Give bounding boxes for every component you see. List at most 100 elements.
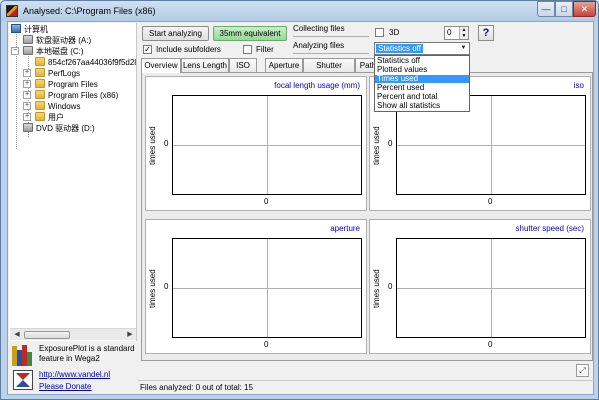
statistics-option[interactable]: Statistics off (375, 57, 469, 65)
tree-item-label: DVD 驱动器 (D:) (36, 124, 95, 133)
y-tick-label: 0 (388, 139, 393, 148)
info-panel: ExposurePlot is a standard feature in We… (9, 343, 137, 394)
overview-pane: focal length usage (mm) times used 0 0 i… (141, 72, 593, 361)
include-subfolders-label: Include subfolders (156, 45, 221, 54)
window-title: Analysed: C:\Program Files (x86) (23, 6, 156, 16)
3d-checkbox[interactable] (375, 28, 384, 37)
y-tick-label: 0 (388, 282, 393, 291)
title-bar[interactable]: Analysed: C:\Program Files (x86) — □ ✕ (1, 1, 598, 21)
collapse-expander[interactable]: − (11, 47, 19, 55)
spin-input[interactable]: 0 ▲ ▼ (444, 26, 469, 40)
app-icon (6, 5, 18, 17)
folder-icon (35, 68, 45, 77)
folder-icon (35, 90, 45, 99)
statistics-selected-value: Statistics off (376, 44, 423, 53)
analyzing-files-status: Analyzing files (293, 40, 369, 54)
statistics-option[interactable]: Show all statistics (375, 102, 469, 110)
chart-title: iso (573, 81, 584, 90)
close-button[interactable]: ✕ (573, 1, 596, 17)
books-icon (12, 344, 34, 366)
folder-icon (35, 112, 45, 121)
filter-label: Filter (256, 45, 274, 54)
help-button[interactable]: ? (478, 25, 494, 41)
folder-icon (35, 57, 45, 66)
expand-expander[interactable]: + (23, 102, 31, 110)
folder-tree[interactable]: 计算机 软盘驱动器 (A:) − 本地磁盘 (C:) 854cf267aa440… (9, 23, 137, 341)
y-tick-label: 0 (164, 282, 169, 291)
chart-title: shutter speed (sec) (515, 224, 584, 233)
3d-label: 3D (389, 28, 400, 37)
plot-area (396, 238, 586, 338)
maximize-button[interactable]: □ (555, 1, 573, 17)
y-axis-label: times used (148, 126, 157, 165)
statistics-option[interactable]: Plotted values (375, 66, 469, 74)
tree-item-label: Program Files (x86) (48, 91, 119, 100)
y-axis-label: times used (372, 269, 381, 308)
chevron-down-icon[interactable]: ▼ (458, 43, 469, 54)
statistics-option-highlighted[interactable]: Times used (375, 75, 469, 83)
chart-focal-length: focal length usage (mm) times used 0 0 (145, 76, 367, 211)
expand-expander[interactable]: + (23, 113, 31, 121)
statistics-option[interactable]: Percent used (375, 84, 469, 92)
tree-item-label: 本地磁盘 (C:) (36, 47, 84, 56)
spin-value: 0 (447, 28, 452, 37)
info-text: ExposurePlot is a standard feature in We… (39, 344, 135, 363)
hard-drive-icon (23, 46, 33, 55)
x-tick-label: 0 (488, 197, 493, 206)
tree-item-label: 软盘驱动器 (A:) (36, 36, 92, 45)
wega-logo-icon (13, 370, 33, 390)
folder-icon (35, 101, 45, 110)
folder-icon (35, 79, 45, 88)
y-tick-label: 0 (164, 139, 169, 148)
35mm-equivalent-button[interactable]: 35mm equivalent (213, 26, 287, 41)
tab-strip: Overview Lens Length ISO Aperture Shutte… (141, 58, 593, 83)
tree-item-label: 854cf267aa44036f9f5d28 (48, 58, 137, 67)
y-axis-label: times used (148, 269, 157, 308)
tab-lens-length[interactable]: Lens Length (181, 58, 229, 72)
plot-area (172, 95, 362, 195)
chart-title: focal length usage (mm) (274, 81, 360, 90)
website-link[interactable]: http://www.vandel.nl (39, 370, 110, 379)
expand-expander[interactable]: + (23, 69, 31, 77)
tree-item-label: 用户 (48, 113, 64, 122)
computer-icon (11, 24, 21, 33)
statistics-dropdown-list[interactable]: Statistics off Plotted values Times used… (374, 55, 470, 112)
scroll-left-icon[interactable]: ◀ (11, 330, 23, 340)
chart-aperture: aperture times used 0 0 (145, 219, 367, 354)
expand-expander[interactable]: + (23, 80, 31, 88)
expand-expander[interactable]: + (23, 91, 31, 99)
tab-shutter-speed[interactable]: Shutter Speed (303, 58, 355, 83)
fullscreen-icon[interactable]: ⤢ (576, 364, 589, 377)
tree-item-label: PerfLogs (48, 69, 81, 78)
tab-overview[interactable]: Overview (141, 58, 181, 73)
tab-aperture[interactable]: Aperture (265, 58, 303, 72)
floppy-drive-icon (23, 35, 33, 44)
collecting-files-status: Collecting files (293, 23, 369, 37)
statistics-select[interactable]: Statistics off ▼ (374, 42, 470, 55)
minimize-button[interactable]: — (537, 1, 555, 17)
x-tick-label: 0 (264, 340, 269, 349)
spin-updown-icon[interactable]: ▲ ▼ (459, 27, 468, 39)
status-bar: Files analyzed: 0 out of total: 15 (138, 380, 594, 394)
y-axis-label: times used (372, 126, 381, 165)
app-window: Analysed: C:\Program Files (x86) — □ ✕ 计… (0, 0, 599, 400)
scroll-thumb[interactable] (24, 331, 70, 339)
filter-checkbox[interactable] (243, 45, 252, 54)
tree-item-label: Program Files (48, 80, 98, 89)
x-tick-label: 0 (488, 340, 493, 349)
scroll-right-icon[interactable]: ▶ (124, 330, 136, 340)
tree-item-label: 计算机 (24, 25, 48, 34)
dvd-drive-icon (23, 123, 33, 132)
donate-link[interactable]: Please Donate (39, 382, 91, 391)
start-analyzing-button[interactable]: Start analyzing (142, 26, 209, 41)
tab-iso[interactable]: ISO (229, 58, 257, 72)
plot-area (172, 238, 362, 338)
client-area: 计算机 软盘驱动器 (A:) − 本地磁盘 (C:) 854cf267aa440… (7, 21, 594, 395)
tree-horizontal-scrollbar[interactable]: ◀ ▶ (10, 328, 136, 340)
chart-shutter-speed: shutter speed (sec) times used 0 0 (369, 219, 591, 354)
statistics-option[interactable]: Percent and total (375, 93, 469, 101)
tree-item-label: Windows (48, 102, 81, 111)
x-tick-label: 0 (264, 197, 269, 206)
chart-title: aperture (330, 224, 360, 233)
include-subfolders-checkbox[interactable]: ✓ (143, 45, 152, 54)
